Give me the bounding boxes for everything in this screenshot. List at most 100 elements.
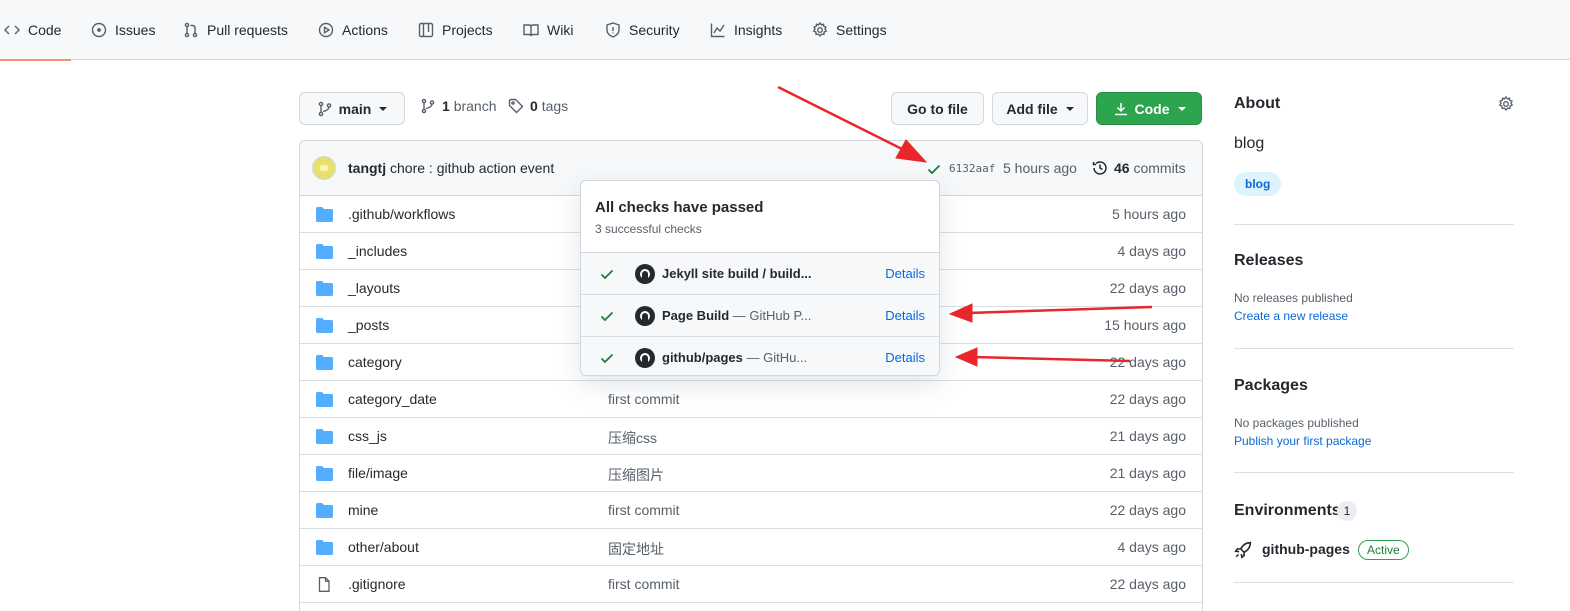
status-badge: Active (1358, 540, 1409, 560)
checks-popover-header: All checks have passed 3 successful chec… (581, 181, 939, 253)
branch-label: branch (453, 98, 497, 114)
environment-link[interactable]: github-pages (1262, 541, 1350, 557)
file-commit-message[interactable]: 压缩图片 (608, 465, 664, 485)
tag-icon (508, 98, 524, 114)
file-name[interactable]: category_date (348, 391, 437, 407)
tab-security[interactable]: Security (605, 0, 680, 60)
branch-select-button[interactable]: main (299, 92, 405, 125)
create-release-link[interactable]: Create a new release (1234, 309, 1348, 323)
branches-link[interactable]: 1 branch (420, 98, 497, 114)
code-button-label: Code (1134, 100, 1170, 117)
check-details-link[interactable]: Details (885, 350, 925, 365)
file-age: 21 days ago (1109, 428, 1186, 444)
file-age: 22 days ago (1109, 576, 1186, 592)
tab-settings[interactable]: Settings (812, 0, 887, 60)
commits-link[interactable]: 46 commits (1092, 160, 1186, 176)
check-row: github/pages — GitHu... Details (581, 337, 939, 375)
table-row: .gitignore first commit 22 days ago (300, 566, 1202, 603)
check-details-link[interactable]: Details (885, 308, 925, 323)
file-name[interactable]: file/image (348, 465, 408, 481)
folder-icon (316, 281, 333, 296)
tags-link[interactable]: 0 tags (508, 98, 568, 114)
check-desc: — GitHu... (742, 350, 808, 365)
publish-package-link[interactable]: Publish your first package (1234, 434, 1371, 448)
file-commit-message[interactable]: first commit (608, 391, 680, 407)
tab-code[interactable]: Code (0, 0, 73, 61)
branch-icon (421, 98, 435, 114)
check-name: github/pages (662, 350, 743, 365)
releases-title[interactable]: Releases (1234, 252, 1303, 270)
file-commit-message[interactable]: first commit (608, 576, 680, 592)
checks-popover: All checks have passed 3 successful chec… (580, 180, 940, 376)
about-title: About (1234, 95, 1281, 112)
chevron-down-icon (1065, 106, 1074, 111)
avatar[interactable] (312, 156, 336, 180)
file-name[interactable]: _layouts (348, 280, 400, 296)
file-name[interactable]: other/about (348, 539, 419, 555)
check-icon[interactable] (926, 161, 942, 177)
folder-icon (316, 503, 333, 518)
repo-nav: Code Issues Pull requests Actions Projec… (0, 0, 1570, 61)
file-name[interactable]: .gitignore (348, 576, 406, 592)
gear-icon[interactable] (1498, 96, 1514, 112)
play-icon (318, 22, 334, 38)
tab-label: Security (629, 22, 680, 38)
tab-actions[interactable]: Actions (318, 0, 388, 60)
tab-pull-requests[interactable]: Pull requests (183, 0, 288, 60)
file-age: 5 hours ago (1112, 206, 1186, 222)
packages-text: No packages published (1234, 416, 1359, 430)
file-name[interactable]: _includes (348, 243, 407, 259)
folder-icon (316, 244, 333, 259)
check-desc: — GitHub P... (729, 308, 812, 323)
tag-label: tags (541, 98, 569, 114)
file-commit-message[interactable]: first commit (608, 502, 680, 518)
folder-icon (316, 355, 333, 370)
rocket-icon (1234, 541, 1252, 559)
file-name[interactable]: .github/workflows (348, 206, 455, 222)
graph-icon (710, 23, 725, 38)
chevron-down-icon (379, 106, 388, 111)
commit-author[interactable]: tangtj (348, 160, 386, 176)
commit-sha[interactable]: 6132aaf (949, 162, 995, 175)
github-logo-icon (635, 348, 655, 368)
packages-title[interactable]: Packages (1234, 377, 1308, 395)
check-icon (600, 269, 614, 280)
issue-icon (91, 22, 107, 38)
tab-issues[interactable]: Issues (91, 0, 155, 60)
code-download-button[interactable]: Code (1096, 92, 1202, 125)
file-name[interactable]: css_js (348, 428, 387, 444)
tab-label: Issues (115, 22, 156, 38)
file-name[interactable]: category (348, 354, 402, 370)
go-to-file-button[interactable]: Go to file (891, 92, 984, 125)
tab-wiki[interactable]: Wiki (523, 0, 573, 60)
commit-message[interactable]: chore : github action event (390, 160, 554, 176)
commit-count: 46 (1114, 160, 1130, 176)
tab-label: Projects (442, 22, 493, 38)
download-icon (1114, 102, 1127, 115)
divider (1234, 224, 1514, 225)
check-row: Jekyll site build / build... Details (581, 253, 939, 295)
tab-label: Wiki (547, 22, 574, 38)
book-icon (523, 24, 539, 37)
file-name[interactable]: _posts (348, 317, 389, 333)
tab-projects[interactable]: Projects (418, 0, 493, 60)
file-name[interactable]: mine (348, 502, 378, 518)
table-row: mine first commit 22 days ago (300, 492, 1202, 529)
tab-label: Code (28, 22, 62, 38)
chevron-down-icon (1177, 106, 1186, 111)
check-details-link[interactable]: Details (885, 266, 925, 281)
file-commit-message[interactable]: 压缩css (608, 428, 657, 448)
gear-icon (812, 22, 828, 38)
environments-count: 1 (1337, 501, 1357, 521)
tag-count: 0 (530, 98, 538, 114)
table-row: file/image 压缩图片 21 days ago (300, 455, 1202, 492)
check-icon (600, 311, 614, 322)
environments-title[interactable]: Environments (1234, 502, 1341, 520)
tab-label: Insights (734, 22, 783, 38)
check-icon (600, 353, 614, 364)
topic-tag[interactable]: blog (1234, 172, 1282, 196)
tab-insights[interactable]: Insights (710, 0, 782, 60)
file-commit-message[interactable]: 固定地址 (608, 539, 664, 559)
folder-icon (316, 540, 333, 555)
add-file-button[interactable]: Add file (992, 92, 1088, 125)
